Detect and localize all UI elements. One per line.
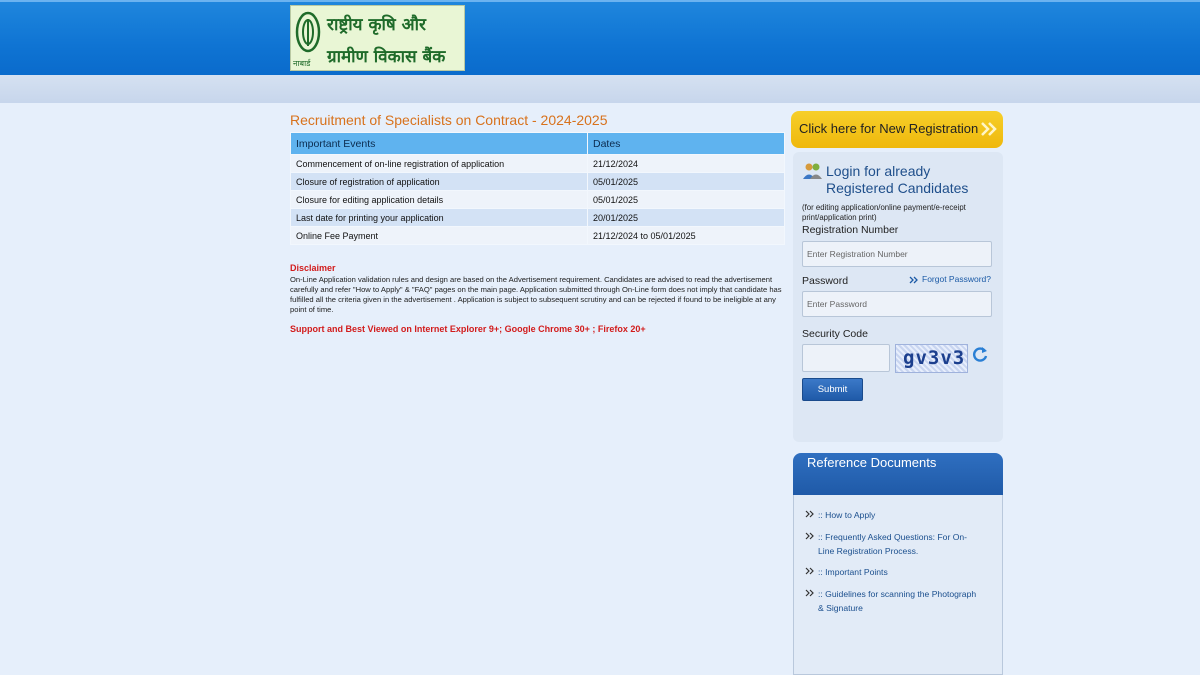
header-band xyxy=(0,0,1200,75)
table-row: Online Fee Payment 21/12/2024 to 05/01/2… xyxy=(290,226,785,245)
login-title: Login for already Registered Candidates xyxy=(826,163,969,196)
new-registration-label: Click here for New Registration xyxy=(799,121,979,136)
event-cell: Commencement of on-line registration of … xyxy=(290,154,588,173)
wheat-emblem-icon xyxy=(295,11,321,53)
users-icon xyxy=(803,163,822,179)
date-cell: 21/12/2024 xyxy=(587,154,785,173)
reference-documents-title: Reference Documents xyxy=(807,455,937,470)
reference-documents-panel: Reference Documents :: How to Apply :: F… xyxy=(793,453,1003,675)
date-cell: 20/01/2025 xyxy=(587,208,785,227)
event-cell: Online Fee Payment xyxy=(290,226,588,245)
submit-button[interactable]: Submit xyxy=(802,378,863,401)
security-code-label: Security Code xyxy=(802,328,868,340)
reference-documents-body: :: How to Apply :: Frequently Asked Ques… xyxy=(793,495,1003,675)
column-header-dates: Dates xyxy=(587,132,785,155)
date-cell: 05/01/2025 xyxy=(587,190,785,209)
event-cell: Closure for editing application details xyxy=(290,190,588,209)
table-row: Closure of registration of application 0… xyxy=(290,172,785,191)
registration-number-label: Registration Number xyxy=(802,224,899,236)
column-header-events: Important Events xyxy=(290,132,588,155)
new-registration-button[interactable]: Click here for New Registration xyxy=(791,111,1003,148)
date-cell: 21/12/2024 to 05/01/2025 xyxy=(587,226,785,245)
logo-small-text: नाबार्ड xyxy=(293,59,311,68)
date-cell: 05/01/2025 xyxy=(587,172,785,191)
password-label: Password xyxy=(802,275,849,287)
reference-link-photo-guidelines[interactable]: :: Guidelines for scanning the Photograp… xyxy=(805,588,978,615)
browser-support-note: Support and Best Viewed on Internet Expl… xyxy=(290,324,646,334)
main-content: Recruitment of Specialists on Contract -… xyxy=(290,110,785,334)
reference-link-label: :: Important Points xyxy=(818,567,888,577)
captcha-text: gv3v3 xyxy=(903,347,966,369)
event-cell: Last date for printing your application xyxy=(290,208,588,227)
security-code-input[interactable] xyxy=(802,344,890,372)
logo-text-line-1: राष्ट्रीय कृषि और xyxy=(327,15,427,35)
double-chevron-right-icon xyxy=(805,532,814,540)
reference-documents-header: Reference Documents xyxy=(793,453,1003,495)
reference-link-important-points[interactable]: :: Important Points xyxy=(805,566,978,580)
double-chevron-right-icon xyxy=(805,510,814,518)
sub-navigation-bar xyxy=(0,75,1200,103)
logo-text-line-2: ग्रामीण विकास बैंक xyxy=(327,47,446,67)
important-events-table: Important Events Dates Commencement of o… xyxy=(290,132,785,245)
double-chevron-right-icon xyxy=(909,276,918,284)
table-row: Last date for printing your application … xyxy=(290,208,785,227)
registration-number-input[interactable] xyxy=(802,241,992,267)
double-chevron-right-icon xyxy=(981,122,997,136)
reference-link-faq[interactable]: :: Frequently Asked Questions: For On-Li… xyxy=(805,531,978,558)
forgot-password-link[interactable]: Forgot Password? xyxy=(922,274,991,284)
refresh-captcha-icon[interactable] xyxy=(972,346,988,362)
double-chevron-right-icon xyxy=(805,567,814,575)
event-cell: Closure of registration of application xyxy=(290,172,588,191)
nabard-logo: राष्ट्रीय कृषि और ग्रामीण विकास बैंक नाब… xyxy=(290,5,465,71)
reference-link-label: :: Guidelines for scanning the Photograp… xyxy=(818,589,977,613)
disclaimer-title: Disclaimer xyxy=(290,263,336,273)
reference-link-label: :: How to Apply xyxy=(818,510,876,520)
captcha-image: gv3v3 xyxy=(895,344,968,373)
table-row: Closure for editing application details … xyxy=(290,190,785,209)
login-note: (for editing application/online payment/… xyxy=(802,203,966,222)
table-row: Commencement of on-line registration of … xyxy=(290,154,785,173)
reference-link-label: :: Frequently Asked Questions: For On-Li… xyxy=(818,532,968,556)
password-input[interactable] xyxy=(802,291,992,317)
login-panel: Login for already Registered Candidates … xyxy=(793,152,1003,442)
page-title: Recruitment of Specialists on Contract -… xyxy=(290,112,608,128)
double-chevron-right-icon xyxy=(805,589,814,597)
disclaimer-text: On-Line Application validation rules and… xyxy=(290,275,782,314)
table-header-row: Important Events Dates xyxy=(290,132,785,155)
reference-link-how-to-apply[interactable]: :: How to Apply xyxy=(805,509,978,523)
